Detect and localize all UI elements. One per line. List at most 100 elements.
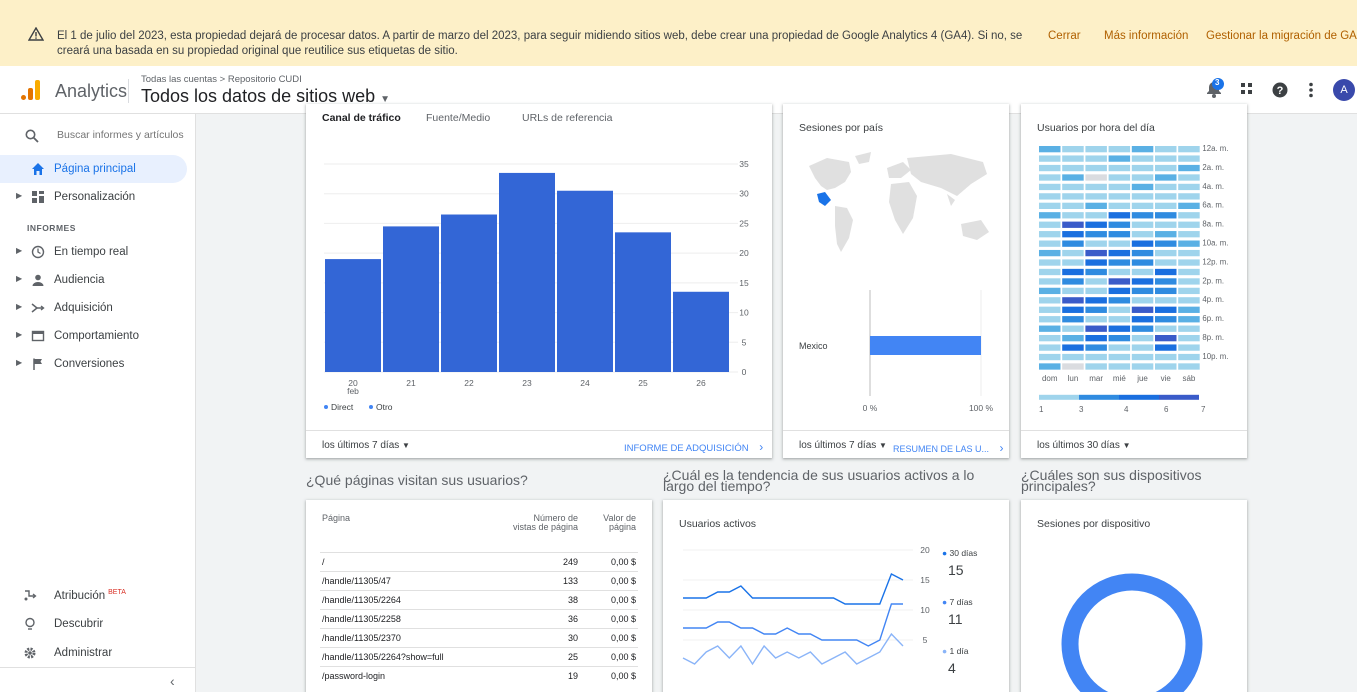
locations-report-link[interactable]: RESUMEN DE LAS U... › [893,441,1004,455]
heatmap-cell[interactable] [1178,155,1200,162]
heatmap-cell[interactable] [1039,240,1061,247]
banner-close-link[interactable]: Cerrar [1048,30,1081,42]
heatmap-cell[interactable] [1108,212,1131,219]
heatmap-cell[interactable] [1085,164,1107,172]
heatmap-cell[interactable] [1062,287,1084,295]
heatmap-cell[interactable] [1062,363,1084,370]
heatmap-cell[interactable] [1108,316,1131,323]
heatmap-cell[interactable] [1085,335,1107,342]
heatmap-cell[interactable] [1131,202,1154,209]
heatmap-cell[interactable] [1108,146,1131,153]
heatmap-cell[interactable] [1085,259,1107,266]
traffic-bar[interactable] [499,172,555,372]
heatmap-cell[interactable] [1178,278,1200,285]
heatmap-cell[interactable] [1108,335,1131,342]
heatmap-cell[interactable] [1108,202,1131,209]
heatmap-cell[interactable] [1062,259,1084,266]
heatmap-cell[interactable] [1178,268,1200,276]
heatmap-cell[interactable] [1062,240,1084,247]
heatmap-cell[interactable] [1178,231,1200,238]
heatmap-cell[interactable] [1131,297,1154,304]
heatmap-cell[interactable] [1085,297,1107,304]
sidebar-item-discover[interactable]: Descubrir [0,610,187,638]
table-row[interactable]: /249 0,00 $ [320,551,638,571]
series-line[interactable] [683,573,904,605]
heatmap-cell[interactable] [1178,146,1200,153]
heatmap-cell[interactable] [1085,249,1107,257]
sidebar-item-audience[interactable]: ▶ Audiencia [0,266,187,294]
traffic-bar[interactable] [325,259,381,372]
heatmap-cell[interactable] [1178,353,1200,361]
heatmap-cell[interactable] [1062,306,1084,313]
heatmap-cell[interactable] [1062,193,1084,200]
heatmap-cell[interactable] [1131,316,1154,323]
table-row[interactable]: /handle/11305/2264?show=full 25 0,00 $ [320,646,638,666]
sidebar-item-customization[interactable]: ▶ Personalización [0,183,187,211]
heatmap-cell[interactable] [1155,268,1177,276]
heatmap-cell[interactable] [1131,155,1154,162]
heatmap-cell[interactable] [1039,164,1061,172]
heatmap-cell[interactable] [1108,183,1131,191]
heatmap-cell[interactable] [1039,259,1061,266]
heatmap-cell[interactable] [1178,306,1200,313]
heatmap-cell[interactable] [1155,212,1177,219]
heatmap-cell[interactable] [1062,297,1084,304]
heatmap-cell[interactable] [1085,146,1107,153]
heatmap-cell[interactable] [1085,183,1107,191]
heatmap-cell[interactable] [1085,231,1107,238]
collapse-sidebar-icon[interactable]: ‹ [170,673,175,689]
heatmap-cell[interactable] [1155,335,1177,342]
heatmap-cell[interactable] [1039,146,1061,153]
traffic-bar[interactable] [615,232,671,372]
heatmap-cell[interactable] [1131,353,1154,361]
heatmap-cell[interactable] [1178,221,1200,228]
heatmap-cell[interactable] [1062,183,1084,191]
heatmap-cell[interactable] [1108,278,1131,285]
heatmap-cell[interactable] [1085,221,1107,228]
heatmap-cell[interactable] [1108,297,1131,304]
heatmap-cell[interactable] [1155,249,1177,257]
heatmap-cell[interactable] [1131,306,1154,313]
heatmap-cell[interactable] [1062,316,1084,323]
heatmap-cell[interactable] [1131,363,1154,370]
table-row[interactable]: /handle/11305/2258 36 0,00 $ [320,608,638,628]
heatmap-cell[interactable] [1178,287,1200,295]
heatmap-cell[interactable] [1039,306,1061,313]
heatmap-cell[interactable] [1085,306,1107,313]
heatmap-cell[interactable] [1062,344,1084,351]
traffic-bar[interactable] [441,214,497,372]
avatar[interactable]: A [1333,79,1355,101]
heatmap-cell[interactable] [1131,287,1154,295]
table-row[interactable]: /handle/11305/2370 30 0,00 $ [320,627,638,647]
heatmap-cell[interactable] [1131,212,1154,219]
heatmap-cell[interactable] [1039,249,1061,257]
heatmap-cell[interactable] [1062,335,1084,342]
heatmap-cell[interactable] [1131,240,1154,247]
more-vert-icon[interactable] [1307,78,1315,102]
heatmap-cell[interactable] [1108,268,1131,276]
heatmap-cell[interactable] [1155,155,1177,162]
heatmap-cell[interactable] [1062,353,1084,361]
heatmap-cell[interactable] [1062,249,1084,257]
heatmap-cell[interactable] [1039,231,1061,238]
heatmap-cell[interactable] [1178,174,1200,181]
heatmap-cell[interactable] [1178,344,1200,351]
heatmap-cell[interactable] [1039,268,1061,276]
heatmap-cell[interactable] [1155,259,1177,266]
heatmap-cell[interactable] [1131,325,1154,332]
heatmap-cell[interactable] [1039,335,1061,342]
heatmap-cell[interactable] [1178,325,1200,332]
heatmap-cell[interactable] [1039,183,1061,191]
heatmap-cell[interactable] [1155,297,1177,304]
heatmap-cell[interactable] [1178,297,1200,304]
heatmap-cell[interactable] [1108,325,1131,332]
heatmap-cell[interactable] [1178,193,1200,200]
heatmap-cell[interactable] [1131,164,1154,172]
heatmap-cell[interactable] [1085,363,1107,370]
heatmap-cell[interactable] [1108,164,1131,172]
heatmap-cell[interactable] [1085,325,1107,332]
heatmap-cell[interactable] [1085,240,1107,247]
heatmap-cell[interactable] [1039,278,1061,285]
search-input[interactable] [57,129,187,141]
acquisition-report-link[interactable]: INFORME DE ADQUISICIÓN › [624,440,763,454]
